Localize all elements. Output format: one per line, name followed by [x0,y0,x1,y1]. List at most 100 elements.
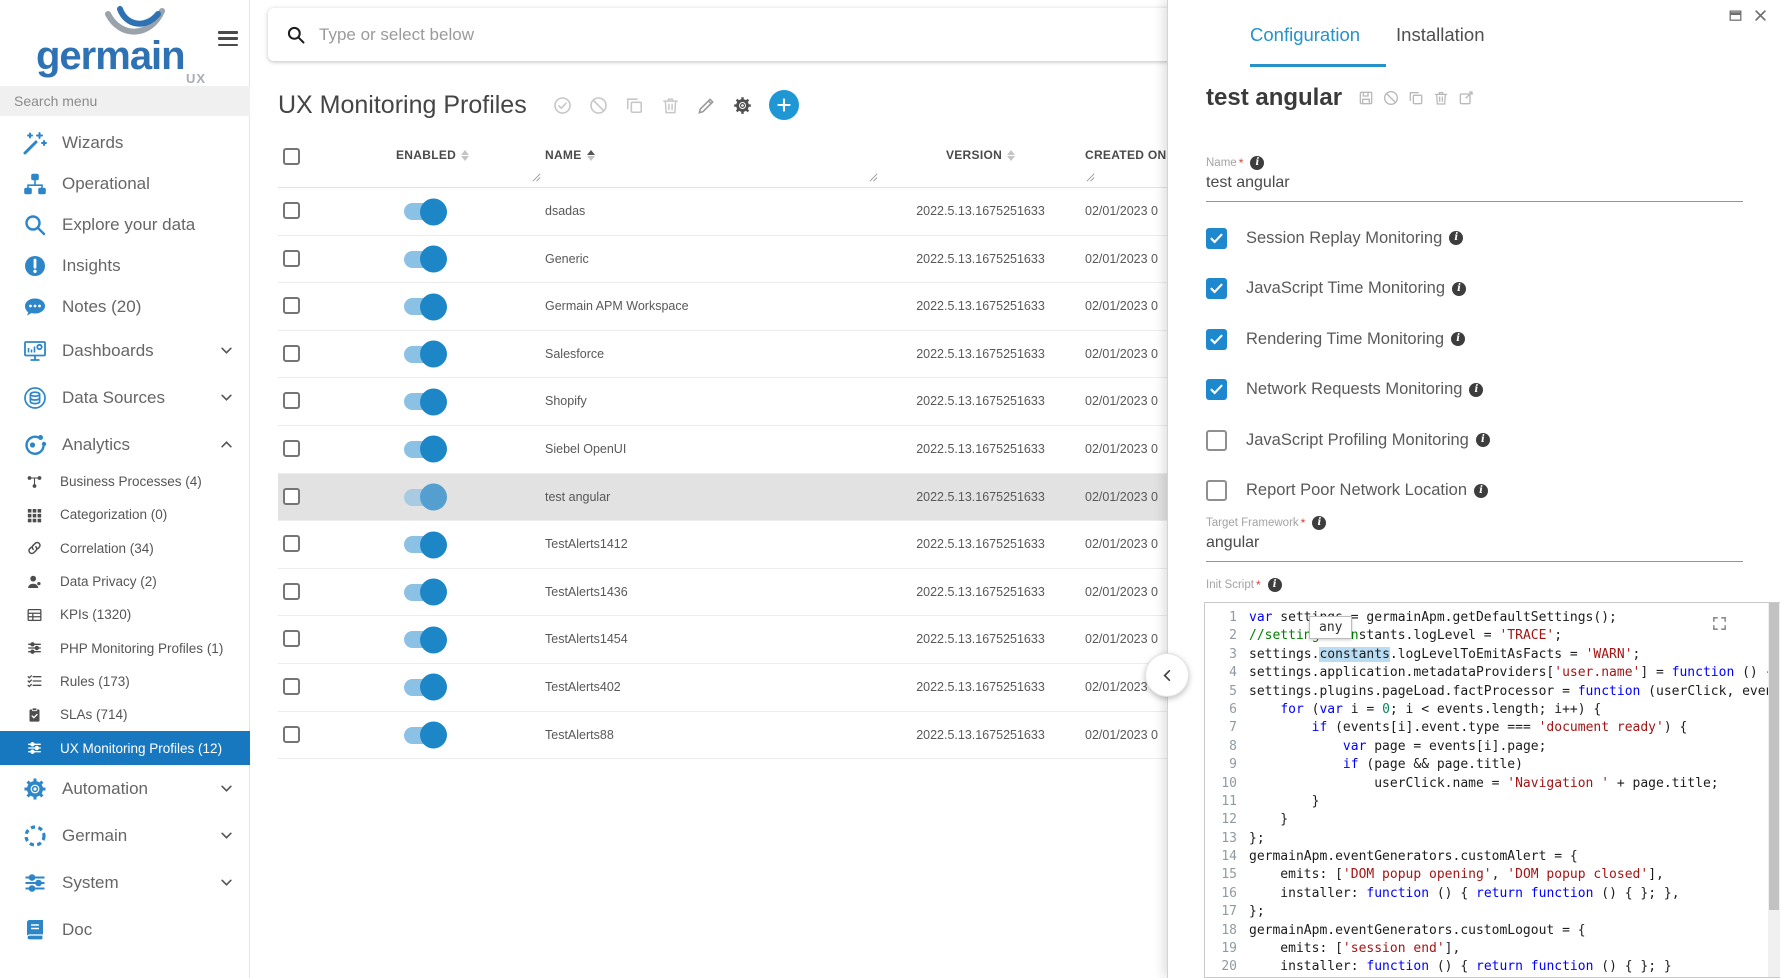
table-row[interactable]: Shopify2022.5.13.167525163302/01/2023 0 [278,378,1298,426]
column-resize-handle[interactable] [1085,172,1096,183]
maximize-icon[interactable] [1728,8,1743,23]
sidebar-item-automation[interactable]: Automation [0,765,250,812]
row-checkbox[interactable] [283,678,300,695]
sidebar-item-label: UX Monitoring Profiles (12) [60,741,222,756]
sidebar-item-rules-173-[interactable]: Rules (173) [0,665,250,698]
checkbox[interactable] [1206,430,1227,451]
column-header-name[interactable]: NAME [545,148,595,162]
enabled-toggle[interactable] [404,727,444,744]
save-button[interactable] [1358,90,1374,106]
enabled-toggle[interactable] [404,679,444,696]
gear-button[interactable] [733,96,752,115]
panel-collapse-button[interactable] [1145,653,1189,697]
sidebar-item-php-monitoring-profiles-1-[interactable]: PHP Monitoring Profiles (1) [0,631,250,664]
enabled-toggle[interactable] [404,584,444,601]
tab-configuration[interactable]: Configuration [1250,24,1360,46]
table-row[interactable]: TestAlerts14542022.5.13.167525163302/01/… [278,616,1298,664]
sidebar-item-germain[interactable]: Germain [0,812,250,859]
init-script-editor[interactable]: 1var settings = germainApm.getDefaultSet… [1204,602,1780,978]
enabled-toggle[interactable] [404,536,444,553]
scrollbar-thumb[interactable] [1769,603,1779,910]
sidebar-item-dashboards[interactable]: Dashboards [0,327,250,374]
table-row[interactable]: Generic2022.5.13.167525163302/01/2023 0 [278,236,1298,284]
menu-toggle-button[interactable] [218,31,238,46]
sidebar-item-business-processes-4-[interactable]: Business Processes (4) [0,465,250,498]
row-checkbox[interactable] [283,202,300,219]
sidebar-item-ux-monitoring-profiles-12-[interactable]: UX Monitoring Profiles (12) [0,731,250,764]
row-checkbox[interactable] [283,250,300,267]
trash-button[interactable] [1433,90,1449,106]
sidebar-item-system[interactable]: System [0,859,250,906]
checkbox[interactable] [1206,329,1227,350]
table-row[interactable]: dsadas2022.5.13.167525163302/01/2023 0 [278,188,1298,236]
sidebar-item-slas-714-[interactable]: SLAs (714) [0,698,250,731]
enabled-toggle[interactable] [404,489,444,506]
column-header-enabled[interactable]: ENABLED [396,148,469,162]
enabled-toggle[interactable] [404,251,444,268]
column-header-version[interactable]: VERSION [868,148,1093,162]
pencil-button[interactable] [697,96,716,115]
enabled-toggle[interactable] [404,631,444,648]
column-resize-handle[interactable] [531,172,542,183]
sidebar-item-wizards[interactable]: Wizards [0,122,250,163]
sidebar-item-operational[interactable]: Operational [0,163,250,204]
sidebar-item-notes-20-[interactable]: Notes (20) [0,286,250,327]
table-row[interactable]: Germain APM Workspace2022.5.13.167525163… [278,283,1298,331]
required-mark: * [1256,578,1261,592]
copy-button[interactable] [1408,90,1424,106]
row-checkbox[interactable] [283,535,300,552]
row-checkbox[interactable] [283,630,300,647]
tab-installation[interactable]: Installation [1396,24,1484,46]
sidebar-item-data-privacy-2-[interactable]: Data Privacy (2) [0,565,250,598]
table-row[interactable]: Siebel OpenUI2022.5.13.167525163302/01/2… [278,426,1298,474]
table-row[interactable]: Salesforce2022.5.13.167525163302/01/2023… [278,331,1298,379]
checkbox[interactable] [1206,379,1227,400]
target-framework-field[interactable]: Target Framework* angular [1206,516,1743,562]
enabled-toggle[interactable] [404,393,444,410]
column-resize-handle[interactable] [868,172,879,183]
sidebar-item-doc[interactable]: Doc [0,906,250,953]
select-all-checkbox[interactable] [283,148,300,165]
trash-button[interactable] [661,96,680,115]
checkbox[interactable] [1206,480,1227,501]
row-checkbox[interactable] [283,345,300,362]
sidebar-item-categorization-0-[interactable]: Categorization (0) [0,498,250,531]
fullscreen-icon[interactable] [1711,615,1728,632]
close-icon[interactable] [1753,8,1768,23]
copy-button[interactable] [625,96,644,115]
row-checkbox[interactable] [283,297,300,314]
sidebar-item-analytics[interactable]: Analytics [0,421,250,468]
checkbox[interactable] [1206,278,1227,299]
enabled-toggle[interactable] [404,298,444,315]
name-field[interactable]: Name* test angular [1206,156,1743,202]
row-checkbox[interactable] [283,440,300,457]
sidebar-item-kpis-1320-[interactable]: KPIs (1320) [0,598,250,631]
table-row[interactable]: TestAlerts882022.5.13.167525163302/01/20… [278,712,1298,760]
table-row[interactable]: TestAlerts14122022.5.13.167525163302/01/… [278,521,1298,569]
ban-button[interactable] [1383,90,1399,106]
row-checkbox[interactable] [283,726,300,743]
sidebar-item-explore-your-data[interactable]: Explore your data [0,204,250,245]
sidebar-item-data-sources[interactable]: Data Sources [0,374,250,421]
enabled-toggle[interactable] [404,203,444,220]
edit-square-button[interactable] [1458,90,1474,106]
database-icon [22,386,48,410]
column-header-created[interactable]: CREATED ON [1085,148,1166,162]
table-row[interactable]: TestAlerts14362022.5.13.167525163302/01/… [278,569,1298,617]
editor-scrollbar[interactable] [1768,603,1780,977]
sidebar-search-input[interactable]: Search menu [0,86,250,116]
row-checkbox[interactable] [283,583,300,600]
sidebar-item-correlation-34-[interactable]: Correlation (34) [0,532,250,565]
chevron-left-icon [1160,668,1175,683]
enabled-toggle[interactable] [404,346,444,363]
plus-button[interactable] [769,90,799,120]
enabled-toggle[interactable] [404,441,444,458]
checkbox[interactable] [1206,228,1227,249]
sidebar-item-insights[interactable]: Insights [0,245,250,286]
toggle-knob [420,293,447,320]
check-circle-button[interactable] [553,96,572,115]
ban-button[interactable] [589,96,608,115]
row-checkbox[interactable] [283,488,300,505]
row-checkbox[interactable] [283,392,300,409]
table-row[interactable]: test angular2022.5.13.167525163302/01/20… [278,474,1298,522]
